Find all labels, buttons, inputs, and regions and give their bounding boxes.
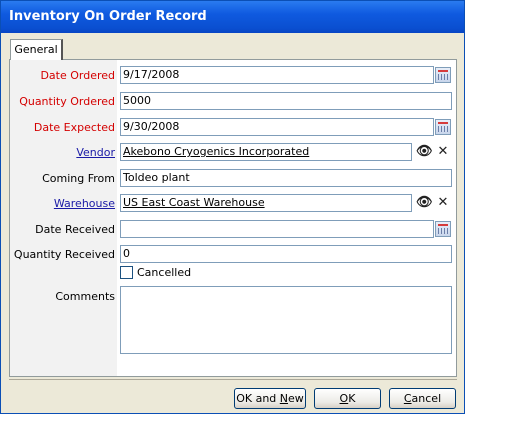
ok-and-new-post: ew [288,392,304,405]
quantity-ordered-label: Quantity Ordered [19,95,115,108]
vendor-link[interactable]: Vendor [76,146,115,159]
calendar-icon[interactable] [435,221,451,237]
window-title: Inventory On Order Record [9,9,207,24]
comments-textarea[interactable] [120,286,452,354]
ok-button[interactable]: OK [314,388,381,409]
quantity-ordered-field[interactable]: 5000 [120,92,452,110]
ok-key: O [339,392,349,405]
calendar-icon[interactable] [435,119,451,135]
cancel-key: C [403,392,412,405]
date-ordered-label: Date Ordered [40,69,115,82]
date-received-label: Date Received [35,223,115,236]
cancel-post: ancel [411,392,442,405]
tab-general[interactable]: General [10,39,63,60]
binoculars-icon[interactable]: 👁 [416,195,433,211]
cancel-button[interactable]: Cancel [389,388,456,409]
clear-x-icon[interactable]: ✕ [435,195,451,211]
warehouse-link[interactable]: Warehouse [54,197,115,210]
footer-divider [9,379,457,382]
calendar-icon[interactable] [435,67,451,83]
tab-general-label: General [14,43,58,56]
date-expected-field[interactable]: 9/30/2008 [120,118,434,136]
ok-and-new-pre: OK and [236,392,280,405]
vendor-value[interactable]: Akebono Cryogenics Incorporated [123,145,309,158]
cancelled-checkbox[interactable] [120,266,133,279]
quantity-received-field[interactable]: 0 [120,245,452,263]
dialog-window: Inventory On Order Record General Date O… [0,0,465,414]
vendor-field[interactable]: Akebono Cryogenics Incorporated [120,143,412,161]
date-ordered-field[interactable]: 9/17/2008 [120,66,434,84]
date-received-field[interactable] [120,220,434,238]
comments-label: Comments [55,290,115,303]
clear-x-icon[interactable]: ✕ [435,144,451,160]
warehouse-value[interactable]: US East Coast Warehouse [123,196,265,209]
ok-and-new-button[interactable]: OK and New [234,388,306,409]
title-bar[interactable]: Inventory On Order Record [1,1,464,33]
ok-post: K [348,392,356,405]
general-panel: Date Ordered 9/17/2008 Quantity Ordered … [9,59,457,377]
binoculars-icon[interactable]: 👁 [416,144,433,160]
ok-and-new-key: N [279,392,289,405]
quantity-received-label: Quantity Received [13,248,115,261]
warehouse-field[interactable]: US East Coast Warehouse [120,194,412,212]
coming-from-label: Coming From [42,172,115,185]
coming-from-field[interactable]: Toldeo plant [120,169,452,187]
cancelled-label[interactable]: Cancelled [137,266,191,279]
date-expected-label: Date Expected [33,121,115,134]
